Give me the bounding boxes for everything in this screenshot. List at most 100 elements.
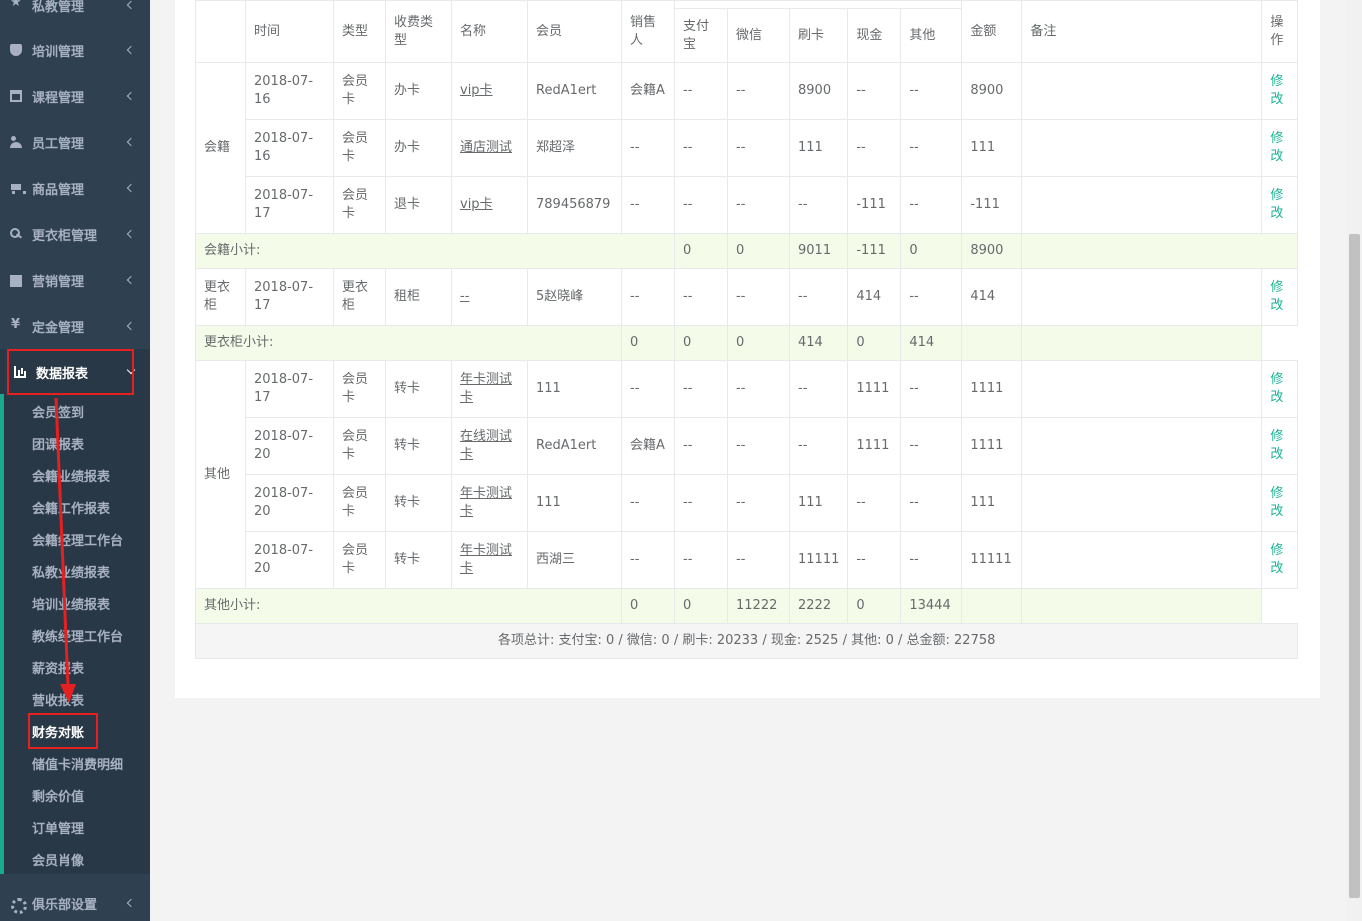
table-row: 2018-07-20 会员卡 转卡 年卡测试卡 西湖三 -- -- -- 111… <box>196 531 1299 589</box>
cell-fee-type: 办卡 <box>385 119 452 177</box>
cell-seller: -- <box>621 268 675 326</box>
submenu-revenue-report[interactable]: 营收报表 <box>32 690 84 710</box>
cell-member: 111 <box>527 474 622 532</box>
cell-fee-type: 租柜 <box>385 268 452 326</box>
cell-time: 2018-07-20 <box>245 474 334 532</box>
shield-icon <box>10 44 22 56</box>
nav-item-label: 营销管理 <box>32 274 85 290</box>
nav-item-private-coach[interactable]: 私教管理 <box>0 0 150 28</box>
cell-card: 11111 <box>788 531 849 589</box>
group-label: 其他 <box>195 360 246 589</box>
item-name-link[interactable]: 在线测试卡 <box>460 429 512 462</box>
edit-link[interactable]: 修改 <box>1270 486 1283 519</box>
submenu-stored-card-detail[interactable]: 储值卡消费明细 <box>32 754 123 774</box>
cell-type: 更衣柜 <box>333 268 386 326</box>
cell-amount: 1111 <box>961 360 1023 418</box>
cell-alipay: -- <box>674 176 728 234</box>
nav-item-label: 私教管理 <box>32 0 85 15</box>
cell-remark <box>1021 268 1263 326</box>
edit-link[interactable]: 修改 <box>1270 372 1283 405</box>
cell-card: -- <box>788 176 849 234</box>
cell-time: 2018-07-16 <box>245 62 334 120</box>
cell-amount: 11111 <box>961 531 1023 589</box>
item-name-link[interactable]: 通店测试 <box>460 140 512 155</box>
subtotal-value: 0 <box>674 325 728 361</box>
submenu-coach-manager[interactable]: 教练经理工作台 <box>32 626 123 646</box>
item-name-link[interactable]: 年卡测试卡 <box>460 372 512 405</box>
edit-link[interactable]: 修改 <box>1270 131 1283 164</box>
cell-alipay: -- <box>674 62 728 120</box>
edit-link[interactable]: 修改 <box>1270 280 1283 313</box>
submenu-membership-manager[interactable]: 会籍经理工作台 <box>32 530 123 550</box>
submenu-pt-performance[interactable]: 私教业绩报表 <box>32 562 110 582</box>
table-header-row: 时间 类型 收费类型 名称 会员 销售人 金额 备注 操作 <box>195 0 1299 63</box>
col-header-remark: 备注 <box>1021 0 1263 63</box>
cell-alipay: -- <box>674 417 728 475</box>
cell-wechat: -- <box>727 62 790 120</box>
nav-item-staff[interactable]: 员工管理 <box>0 119 150 165</box>
cell-alipay: -- <box>674 268 728 326</box>
edit-link[interactable]: 修改 <box>1270 74 1283 107</box>
edit-link[interactable]: 修改 <box>1270 188 1283 221</box>
item-name-link[interactable]: vip卡 <box>460 83 493 98</box>
cell-fee-type: 转卡 <box>385 474 452 532</box>
subtotal-value: 2222 <box>788 588 849 624</box>
cell-type: 会员卡 <box>333 531 386 589</box>
col-header-type: 类型 <box>333 0 386 63</box>
cell-member: 5赵晓峰 <box>527 268 622 326</box>
nav-item-locker[interactable]: 更衣柜管理 <box>0 211 150 257</box>
table-row: 其他 2018-07-17 会员卡 转卡 年卡测试卡 111 -- -- -- … <box>195 360 1299 589</box>
submenu-membership-performance[interactable]: 会籍业绩报表 <box>32 466 110 486</box>
col-header-seller: 销售人 <box>621 0 675 63</box>
table-row: 2018-07-17 会员卡 退卡 vip卡 789456879 -- -- -… <box>196 176 1299 234</box>
subtotal-value: 0 <box>674 588 728 624</box>
nav-item-courses[interactable]: 课程管理 <box>0 73 150 119</box>
item-name-link[interactable]: -- <box>460 289 469 304</box>
cell-amount: -111 <box>961 176 1023 234</box>
nav-item-club-settings[interactable]: 俱乐部设置 <box>0 880 150 921</box>
chevron-left-icon <box>126 898 136 908</box>
submenu-member-checkin[interactable]: 会员签到 <box>32 402 84 422</box>
cell-remark <box>1021 474 1263 532</box>
nav-item-training[interactable]: 培训管理 <box>0 27 150 73</box>
nav-item-deposit[interactable]: 定金管理 <box>0 303 150 349</box>
submenu-group-class-report[interactable]: 团课报表 <box>32 434 84 454</box>
nav-item-marketing[interactable]: 营销管理 <box>0 257 150 303</box>
cell-card: 111 <box>788 119 849 177</box>
key-icon <box>10 228 22 240</box>
scrollbar-thumb[interactable] <box>1349 234 1360 898</box>
gear-icon <box>10 897 27 914</box>
subtotal-other: 0 <box>900 233 963 269</box>
cell-time: 2018-07-20 <box>245 417 334 475</box>
submenu-membership-work[interactable]: 会籍工作报表 <box>32 498 110 518</box>
item-name-link[interactable]: 年卡测试卡 <box>460 543 512 576</box>
edit-link[interactable]: 修改 <box>1270 429 1283 462</box>
col-header-card: 刷卡 <box>788 8 849 63</box>
nav-item-goods[interactable]: 商品管理 <box>0 165 150 211</box>
subtotal-label: 其他小计: <box>195 588 622 624</box>
submenu-training-performance[interactable]: 培训业绩报表 <box>32 594 110 614</box>
cell-fee-type: 办卡 <box>385 62 452 120</box>
chevron-left-icon <box>126 321 136 331</box>
col-header-fee-type: 收费类型 <box>385 0 452 63</box>
item-name-link[interactable]: vip卡 <box>460 197 493 212</box>
cell-type: 会员卡 <box>333 176 386 234</box>
edit-link[interactable]: 修改 <box>1270 543 1283 576</box>
cell-other: -- <box>900 417 963 475</box>
subtotal-value: 0 <box>621 588 675 624</box>
cell-type: 会员卡 <box>333 417 386 475</box>
cell-other: -- <box>900 531 963 589</box>
table-row: 会籍 2018-07-16 会员卡 办卡 vip卡 RedA1ert 会籍A -… <box>195 62 1299 234</box>
cell-wechat: -- <box>727 360 790 418</box>
chevron-left-icon <box>126 0 136 10</box>
submenu-member-portrait[interactable]: 会员肖像 <box>32 850 84 870</box>
mail-icon <box>10 275 22 287</box>
submenu-order-management[interactable]: 订单管理 <box>32 818 84 838</box>
chevron-left-icon <box>126 137 136 147</box>
submenu-salary-report[interactable]: 薪资报表 <box>32 658 84 678</box>
submenu-remaining-value[interactable]: 剩余价值 <box>32 786 84 806</box>
subtotal-value: 11222 <box>727 588 790 624</box>
grand-total-text: 各项总计: 支付宝: 0 / 微信: 0 / 刷卡: 20233 / 现金: 2… <box>194 623 1299 659</box>
col-header-name: 名称 <box>451 0 528 63</box>
item-name-link[interactable]: 年卡测试卡 <box>460 486 512 519</box>
